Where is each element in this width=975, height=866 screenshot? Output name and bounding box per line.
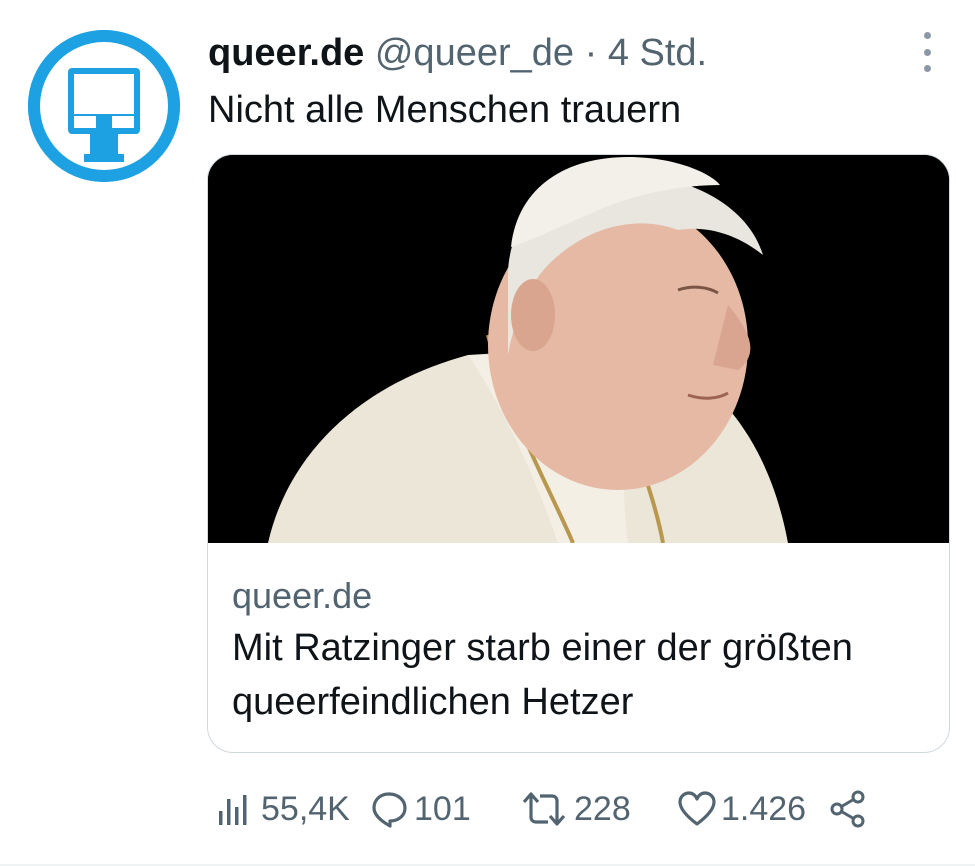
tweet-text: Nicht alle Menschen trauern: [208, 89, 682, 131]
author-name[interactable]: queer.de: [208, 32, 364, 74]
analytics-icon: [219, 795, 247, 825]
reply-icon: [372, 792, 407, 828]
avatar[interactable]: [28, 30, 180, 182]
tweet-timestamp[interactable]: 4 Std.: [608, 32, 707, 74]
share-button[interactable]: [828, 784, 868, 834]
card-image[interactable]: [208, 155, 949, 543]
more-dot-icon: [923, 48, 931, 56]
like-button[interactable]: 1.426: [677, 784, 806, 834]
heart-icon: [678, 791, 716, 826]
tweet-header: queer.de @queer_de · 4 Std.: [208, 30, 707, 76]
more-dot-icon: [923, 32, 931, 39]
more-options-button[interactable]: [912, 32, 942, 72]
author-handle[interactable]: @queer_de: [375, 32, 574, 74]
share-icon: [830, 790, 865, 828]
reply-button[interactable]: 101: [370, 784, 471, 834]
card-domain: queer.de: [232, 575, 373, 616]
like-count: 1.426: [721, 789, 807, 828]
reply-count: 101: [414, 789, 471, 828]
more-dot-icon: [923, 65, 931, 72]
retweet-count: 228: [574, 789, 631, 828]
separator-dot: ·: [584, 32, 598, 74]
link-card[interactable]: queer.de Mit Ratzinger starb einer der g…: [207, 154, 950, 753]
retweet-button[interactable]: 228: [520, 784, 631, 834]
tweet-actions: 55,4K 101 228 1.426: [0, 784, 975, 834]
photo-elderly-man-in-white-cassock: [208, 155, 949, 543]
card-title: Mit Ratzinger starb einer der größten qu…: [232, 627, 853, 723]
tweet: queer.de @queer_de · 4 Std. Nicht alle M…: [0, 0, 975, 866]
views-button[interactable]: 55,4K: [215, 784, 350, 834]
retweet-icon: [522, 792, 566, 826]
queer-de-logo-icon: [28, 30, 180, 182]
views-count: 55,4K: [261, 789, 350, 828]
